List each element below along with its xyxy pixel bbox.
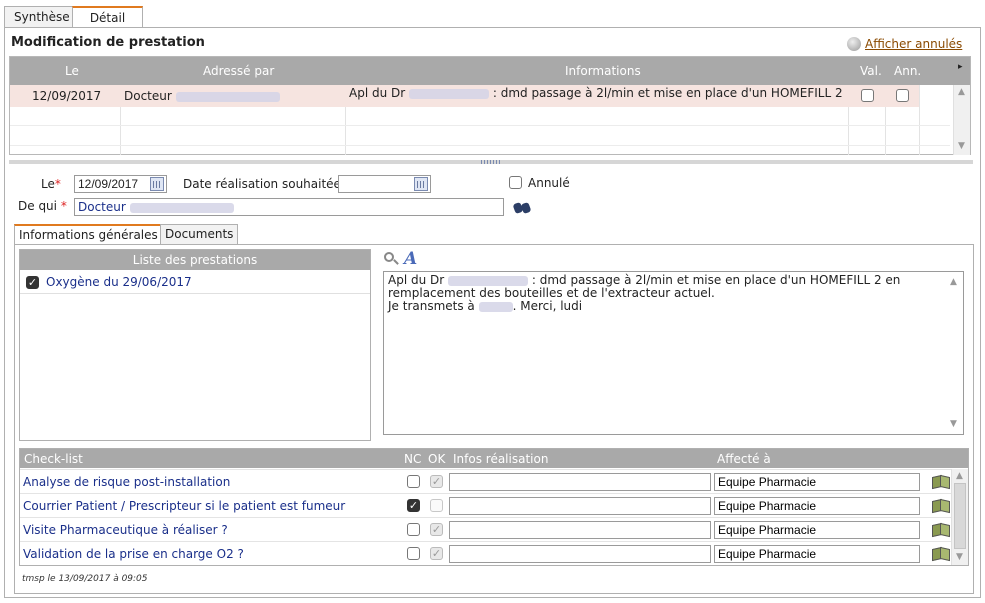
grid-header: Le Adressé par Informations Val. Ann. ▸ [10, 57, 970, 85]
dequi-input[interactable]: Docteur [74, 198, 504, 216]
checklist-task[interactable]: Validation de la prise en charge O2 ? [23, 547, 244, 561]
col-val[interactable]: Val. [860, 64, 882, 78]
affecte-a-input[interactable] [714, 473, 920, 491]
tab-synthese[interactable]: Synthèse [4, 6, 80, 27]
infos-realisation-input[interactable] [449, 473, 711, 491]
tab-detail[interactable]: Détail [72, 6, 143, 28]
prestations-grid: Le Adressé par Informations Val. Ann. ▸ … [9, 56, 971, 155]
magnifier-icon[interactable] [384, 252, 399, 266]
row-date: 12/09/2017 [32, 89, 102, 103]
prestations-list-header: Liste des prestations [20, 250, 370, 270]
col-le[interactable]: Le [65, 64, 79, 78]
date-souhaitee-label: Date réalisation souhaitée [183, 177, 341, 191]
checklist-table: Check-list NC OK Infos réalisation Affec… [19, 448, 969, 566]
row-adresse-par: Docteur [124, 89, 280, 103]
le-label: Le* [41, 177, 61, 191]
scroll-thumb[interactable] [954, 483, 966, 549]
nc-checkbox[interactable]: ✓ [407, 499, 420, 512]
book-icon[interactable] [932, 498, 950, 511]
checklist-task[interactable]: Analyse de risque post-installation [23, 475, 230, 489]
checklist-scrollbar[interactable]: ▲ ▼ [951, 469, 968, 565]
col-informations[interactable]: Informations [565, 64, 641, 78]
prestations-list: Liste des prestations ✓ Oxygène du 29/06… [19, 249, 371, 441]
annule-label: Annulé [528, 176, 570, 190]
ok-checkbox[interactable]: ✓ [430, 523, 443, 536]
redacted-name [129, 202, 234, 213]
calendar-icon[interactable] [414, 177, 428, 191]
footer-timestamp: tmsp le 13/09/2017 à 09:05 [22, 574, 148, 584]
prestation-label: Oxygène du 29/06/2017 [46, 275, 192, 289]
prestation-checkbox[interactable]: ✓ [26, 276, 39, 289]
infos-realisation-input[interactable] [449, 545, 711, 563]
dequi-label: De qui * [18, 199, 67, 213]
col-adresse-par[interactable]: Adressé par [203, 64, 274, 78]
checklist-task[interactable]: Visite Pharmaceutique à réaliser ? [23, 523, 228, 537]
table-row[interactable]: Validation de la prise en charge O2 ? ✓ [20, 541, 952, 565]
nc-checkbox[interactable] [407, 523, 420, 536]
ok-checkbox[interactable]: ✓ [430, 475, 443, 488]
row-informations: Apl du Dr : dmd passage à 2l/min et mise… [349, 86, 847, 100]
row-ann-checkbox[interactable] [896, 89, 909, 102]
nc-checkbox[interactable] [407, 547, 420, 560]
ok-checkbox[interactable] [430, 499, 443, 512]
affecte-a-input[interactable] [714, 521, 920, 539]
font-icon[interactable]: A [404, 249, 417, 269]
annule-checkbox[interactable] [509, 176, 522, 189]
list-item[interactable]: ✓ Oxygène du 29/06/2017 [20, 271, 370, 294]
note-textarea[interactable]: Apl du Dr : dmd passage à 2l/min et mise… [383, 271, 964, 435]
nc-checkbox[interactable] [407, 475, 420, 488]
table-row[interactable]: Courrier Patient / Prescripteur si le pa… [20, 493, 952, 517]
ok-checkbox[interactable]: ✓ [430, 547, 443, 560]
col-checklist[interactable]: Check-list [24, 452, 83, 466]
book-icon[interactable] [932, 522, 950, 535]
column-menu-icon[interactable]: ▸ [958, 62, 963, 72]
redacted-name [448, 275, 529, 286]
redacted-name [478, 301, 513, 312]
col-affecte-a[interactable]: Affecté à [717, 452, 771, 466]
binoculars-icon[interactable] [512, 200, 532, 215]
book-icon[interactable] [932, 474, 950, 487]
table-row[interactable]: 12/09/2017 Docteur Apl du Dr : dmd passa… [10, 85, 919, 107]
calendar-icon[interactable] [150, 177, 164, 191]
radio-gray-icon [847, 37, 861, 51]
tab-informations-generales[interactable]: Informations générales [14, 224, 163, 245]
page-title: Modification de prestation [11, 35, 205, 50]
checklist-header: Check-list NC OK Infos réalisation Affec… [20, 449, 968, 468]
redacted-name [409, 88, 490, 99]
col-infos-realisation[interactable]: Infos réalisation [453, 452, 548, 466]
book-icon[interactable] [932, 546, 950, 559]
affecte-a-input[interactable] [714, 497, 920, 515]
splitter[interactable] [9, 160, 973, 164]
table-row[interactable]: Visite Pharmaceutique à réaliser ? ✓ [20, 517, 952, 541]
redacted-name [175, 91, 280, 102]
row-val-checkbox[interactable] [861, 89, 874, 102]
col-ok[interactable]: OK [428, 452, 445, 466]
table-row[interactable]: Analyse de risque post-installation ✓ [20, 469, 952, 493]
show-cancelled-link[interactable]: Afficher annulés [865, 37, 962, 51]
checklist-task[interactable]: Courrier Patient / Prescripteur si le pa… [23, 499, 345, 513]
tab-documents[interactable]: Documents [160, 224, 239, 244]
grid-scrollbar[interactable]: ▲ ▼ [953, 85, 970, 155]
affecte-a-input[interactable] [714, 545, 920, 563]
infos-realisation-input[interactable] [449, 521, 711, 539]
col-nc[interactable]: NC [404, 452, 421, 466]
col-ann[interactable]: Ann. [894, 64, 921, 78]
infos-realisation-input[interactable] [449, 497, 711, 515]
